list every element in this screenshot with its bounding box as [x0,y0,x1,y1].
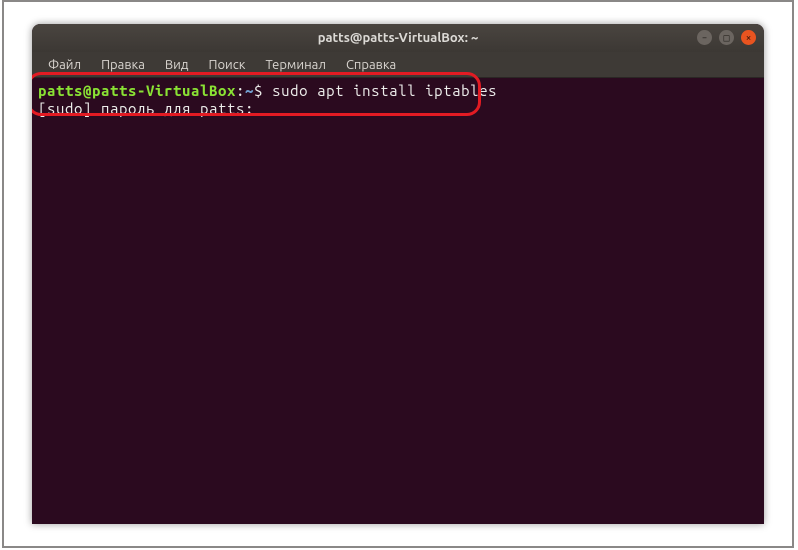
menubar: Файл Правка Вид Поиск Терминал Справка [32,52,764,78]
terminal-window: patts@patts-VirtualBox: ~ – □ × Файл Пра… [32,24,764,524]
menu-edit[interactable]: Правка [93,56,153,74]
menu-help[interactable]: Справка [338,56,404,74]
prompt-dollar: $ [254,82,272,99]
terminal-body[interactable]: patts@patts-VirtualBox:~$ sudo apt insta… [32,78,764,524]
maximize-icon: □ [723,33,729,43]
menu-file[interactable]: Файл [40,56,89,74]
menu-view[interactable]: Вид [157,56,197,74]
command-text: sudo apt install iptables [272,82,497,99]
terminal-line-1: patts@patts-VirtualBox:~$ sudo apt insta… [38,82,758,100]
menu-search[interactable]: Поиск [200,56,253,74]
prompt-cwd: ~ [245,82,254,99]
menu-terminal[interactable]: Терминал [257,56,333,74]
minimize-icon: – [702,33,708,43]
minimize-button[interactable]: – [697,30,712,45]
window-titlebar: patts@patts-VirtualBox: ~ – □ × [32,24,764,52]
window-title: patts@patts-VirtualBox: ~ [318,31,479,45]
sudo-password-prompt: [sudo] пароль для patts: [38,100,263,117]
close-button[interactable]: × [741,30,756,45]
maximize-button[interactable]: □ [719,30,734,45]
prompt-colon: : [236,82,245,99]
window-controls: – □ × [697,30,756,45]
terminal-line-2: [sudo] пароль для patts: [38,100,758,118]
prompt-user-host: patts@patts-VirtualBox [38,82,236,99]
close-icon: × [746,33,752,43]
